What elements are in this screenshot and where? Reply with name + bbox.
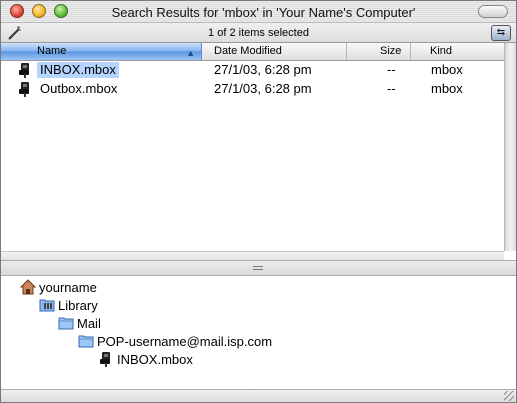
file-name[interactable]: INBOX.mbox (37, 62, 119, 78)
file-name[interactable]: Outbox.mbox (37, 81, 120, 97)
file-date-modified: 27/1/03, 6:28 pm (214, 81, 312, 96)
zoom-button[interactable] (54, 4, 68, 18)
home-icon (20, 279, 36, 295)
path-label: POP-username@mail.isp.com (97, 334, 273, 349)
library-folder-icon (39, 299, 55, 312)
search-results-window: Search Results for 'mbox' in 'Your Name'… (0, 0, 517, 403)
splitter-grip-icon[interactable] (253, 266, 263, 270)
column-header-size[interactable]: Size (347, 43, 411, 60)
title-bar[interactable]: Search Results for 'mbox' in 'Your Name'… (1, 1, 516, 23)
sort-ascending-icon: ▲ (186, 48, 195, 58)
file-date-modified: 27/1/03, 6:28 pm (214, 62, 312, 77)
minimize-button[interactable] (32, 4, 46, 18)
table-row[interactable]: INBOX.mbox 27/1/03, 6:28 pm -- mbox (1, 61, 504, 79)
folder-icon (78, 335, 94, 348)
window-title: Search Results for 'mbox' in 'Your Name'… (111, 5, 416, 20)
path-label: yourname (39, 280, 97, 295)
status-bar: 1 of 2 items selected ⇆ (1, 23, 516, 43)
resize-grip-icon[interactable] (504, 391, 514, 401)
mailbox-file-icon (19, 63, 29, 78)
vertical-scrollbar[interactable] (504, 43, 516, 251)
column-header-name[interactable]: Name ▲ (1, 43, 202, 60)
column-header-kind[interactable]: Kind (411, 43, 504, 60)
bottom-bar (1, 389, 516, 402)
sync-arrows-icon[interactable]: ⇆ (491, 25, 511, 41)
column-header-row: Name ▲ Date Modified Size Kind (1, 43, 504, 61)
mailbox-file-icon (19, 82, 29, 97)
file-kind: mbox (431, 81, 463, 96)
path-label: Mail (77, 316, 101, 331)
path-pane: yourname Library Mail POP-username@mail.… (1, 276, 516, 389)
selection-status: 1 of 2 items selected (208, 27, 309, 39)
path-label: INBOX.mbox (117, 352, 193, 367)
toolbar-toggle-button[interactable] (478, 5, 508, 18)
folder-icon (58, 317, 74, 330)
file-list: INBOX.mbox 27/1/03, 6:28 pm -- mbox Outb… (1, 61, 504, 251)
file-kind: mbox (431, 62, 463, 77)
mailbox-file-icon (100, 352, 110, 367)
file-size: -- (387, 62, 396, 77)
column-header-date[interactable]: Date Modified (202, 43, 347, 60)
list-bottom-edge (1, 251, 504, 260)
table-row[interactable]: Outbox.mbox 27/1/03, 6:28 pm -- mbox (1, 80, 504, 98)
close-button[interactable] (10, 4, 24, 18)
file-size: -- (387, 81, 396, 96)
column-header-name-label: Name (37, 45, 67, 57)
pane-splitter[interactable] (1, 260, 516, 276)
path-label: Library (58, 298, 98, 313)
